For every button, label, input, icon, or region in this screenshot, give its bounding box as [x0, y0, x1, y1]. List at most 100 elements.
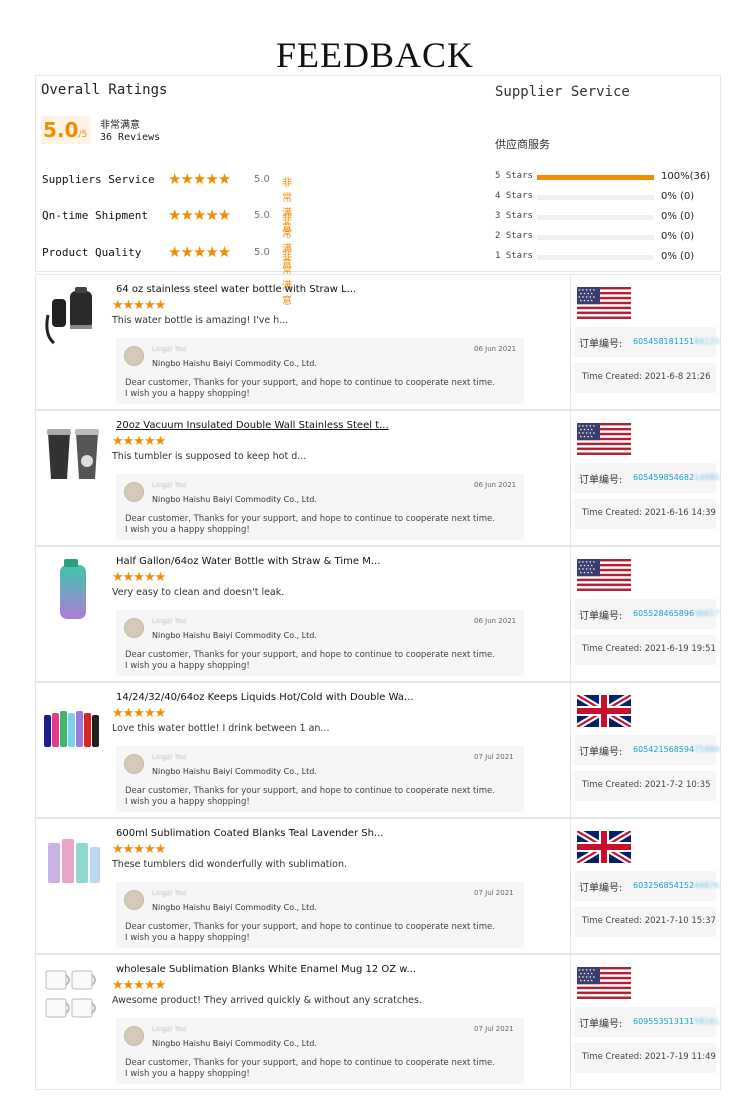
supplier-reply: Lingzi Yao 07 Jul 2021 Ningbo Haishu Bai… — [116, 746, 524, 812]
reply-date: 06 Jun 2021 — [474, 345, 517, 353]
reply-author: Lingzi Yao — [152, 1025, 187, 1033]
product-title[interactable]: 64 oz stainless steel water bottle with … — [116, 284, 356, 295]
rating-label: Product Quality — [42, 246, 142, 259]
time-created: Time Created: 2021-6-16 14:39 — [582, 508, 716, 518]
reply-company: Ningbo Haishu Baiyi Commodity Co., Ltd. — [152, 767, 317, 776]
rating-label: Suppliers Service — [42, 173, 155, 186]
supplier-reply: Lingzi Yao 06 Jun 2021 Ningbo Haishu Bai… — [116, 474, 524, 540]
rating-value: 5.0 — [254, 210, 270, 221]
time-created-box: Time Created: 2021-7-19 11:49 — [574, 1043, 716, 1073]
rating-value: 5.0 — [254, 174, 270, 185]
page-title: FEEDBACK — [275, 35, 475, 75]
time-created: Time Created: 2021-7-19 11:49 — [582, 1052, 716, 1062]
reply-author: Lingzi Yao — [152, 889, 187, 897]
star-bar-track — [537, 235, 654, 240]
order-number[interactable]: 60542156859475984 — [633, 745, 720, 754]
rating-stars: ★★★★★ — [168, 243, 231, 261]
reply-message: Dear customer, Thanks for your support, … — [125, 378, 495, 399]
review-stars: ★★★★★ — [112, 570, 166, 585]
review-text: Awesome product! They arrived quickly & … — [112, 995, 422, 1006]
avatar — [124, 618, 144, 638]
reply-author: Lingzi Yao — [152, 345, 187, 353]
supplier-reply: Lingzi Yao 06 Jun 2021 Ningbo Haishu Bai… — [116, 610, 524, 676]
star-bar-label: 5 Stars — [495, 171, 533, 181]
star-bar-percent: 0% (0) — [661, 231, 695, 242]
reply-author: Lingzi Yao — [152, 481, 187, 489]
reply-message: Dear customer, Thanks for your support, … — [125, 786, 495, 807]
reply-company: Ningbo Haishu Baiyi Commodity Co., Ltd. — [152, 1039, 317, 1048]
reply-company: Ningbo Haishu Baiyi Commodity Co., Ltd. — [152, 495, 317, 504]
time-created: Time Created: 2021-6-8 21:26 — [582, 372, 711, 382]
order-number[interactable]: 60955351313158161 — [633, 1017, 720, 1026]
product-title[interactable]: wholesale Sublimation Blanks White Ename… — [116, 964, 416, 975]
product-image-colored-bottles — [44, 711, 99, 747]
star-bar-percent: 0% (0) — [661, 251, 695, 262]
order-number-box: 订单编号: 60325685415244876 — [574, 871, 720, 901]
star-bar-label: 2 Stars — [495, 231, 533, 241]
product-image-tumbler — [47, 429, 99, 479]
review-card: wholesale Sublimation Blanks White Ename… — [35, 954, 721, 1090]
supplier-service-title: Supplier Service — [495, 84, 630, 100]
uk-flag-icon — [577, 695, 631, 727]
order-label: 订单编号: — [579, 339, 623, 350]
supplier-service-subtitle: 供应商服务 — [495, 138, 550, 151]
review-text: Love this water bottle! I drink between … — [112, 723, 330, 734]
us-flag-icon — [577, 287, 631, 319]
order-number[interactable]: 60545818115184125 — [633, 337, 720, 346]
order-number-box: 订单编号: 60552846589636817 — [574, 599, 720, 629]
time-created-box: Time Created: 2021-6-19 19:51 — [574, 635, 716, 665]
review-stars: ★★★★★ — [112, 978, 166, 993]
star-bar-percent: 0% (0) — [661, 211, 695, 222]
product-image-gradient-bottle — [60, 559, 86, 619]
rating-label: Qn-time Shipment — [42, 209, 148, 222]
order-label: 订单编号: — [579, 883, 623, 894]
review-card: 20oz Vacuum Insulated Double Wall Stainl… — [35, 410, 721, 546]
reply-date: 07 Jul 2021 — [474, 1025, 514, 1033]
reply-company: Ningbo Haishu Baiyi Commodity Co., Ltd. — [152, 903, 317, 912]
review-text: Very easy to clean and doesn't leak. — [112, 587, 285, 598]
product-title[interactable]: 20oz Vacuum Insulated Double Wall Stainl… — [116, 420, 389, 431]
reply-date: 07 Jul 2021 — [474, 889, 514, 897]
review-card: 64 oz stainless steel water bottle with … — [35, 274, 721, 410]
order-label: 订单编号: — [579, 475, 623, 486]
star-bar-2: 2 Stars 0% (0) — [495, 231, 715, 245]
reply-message: Dear customer, Thanks for your support, … — [125, 514, 495, 535]
time-created-box: Time Created: 2021-6-8 21:26 — [574, 363, 716, 393]
reply-company: Ningbo Haishu Baiyi Commodity Co., Ltd. — [152, 631, 317, 640]
time-created: Time Created: 2021-6-19 19:51 — [582, 644, 716, 654]
star-bar-track — [537, 215, 654, 220]
reply-author: Lingzi Yao — [152, 753, 187, 761]
order-number[interactable]: 60545985468214985 — [633, 473, 720, 482]
star-bar-fill — [537, 175, 654, 180]
order-number[interactable]: 60552846589636817 — [633, 609, 720, 618]
order-number[interactable]: 60325685415244876 — [633, 881, 720, 890]
product-title[interactable]: 600ml Sublimation Coated Blanks Teal Lav… — [116, 828, 383, 839]
star-bar-track — [537, 255, 654, 260]
star-bar-label: 3 Stars — [495, 211, 533, 221]
reply-message: Dear customer, Thanks for your support, … — [125, 922, 495, 943]
review-count: 36 Reviews — [100, 132, 161, 143]
product-title[interactable]: 14/24/32/40/64oz Keeps Liquids Hot/Cold … — [116, 692, 414, 703]
avatar — [124, 346, 144, 366]
supplier-reply: Lingzi Yao 07 Jul 2021 Ningbo Haishu Bai… — [116, 1018, 524, 1084]
us-flag-icon — [577, 559, 631, 591]
review-card: Half Gallon/64oz Water Bottle with Straw… — [35, 546, 721, 682]
star-bar-percent: 100%(36) — [661, 171, 711, 182]
satisfaction-label: 非常满意 — [100, 120, 140, 131]
supplier-reply: Lingzi Yao 07 Jul 2021 Ningbo Haishu Bai… — [116, 882, 524, 948]
reply-date: 07 Jul 2021 — [474, 753, 514, 761]
order-number-box: 订单编号: 60955351313158161 — [574, 1007, 720, 1037]
product-title[interactable]: Half Gallon/64oz Water Bottle with Straw… — [116, 556, 380, 567]
order-label: 订单编号: — [579, 611, 623, 622]
review-text: This water bottle is amazing! I've h... — [112, 315, 289, 326]
reply-date: 06 Jun 2021 — [474, 617, 517, 625]
review-card: 600ml Sublimation Coated Blanks Teal Lav… — [35, 818, 721, 954]
reply-message: Dear customer, Thanks for your support, … — [125, 650, 495, 671]
order-number-box: 订单编号: 60542156859475984 — [574, 735, 720, 765]
star-bar-1: 1 Stars 0% (0) — [495, 251, 715, 265]
star-bar-5: 5 Stars 100%(36) — [495, 171, 715, 185]
rating-stars: ★★★★★ — [168, 206, 231, 224]
time-created-box: Time Created: 2021-6-16 14:39 — [574, 499, 716, 529]
star-bar-track — [537, 175, 654, 180]
uk-flag-icon — [577, 831, 631, 863]
